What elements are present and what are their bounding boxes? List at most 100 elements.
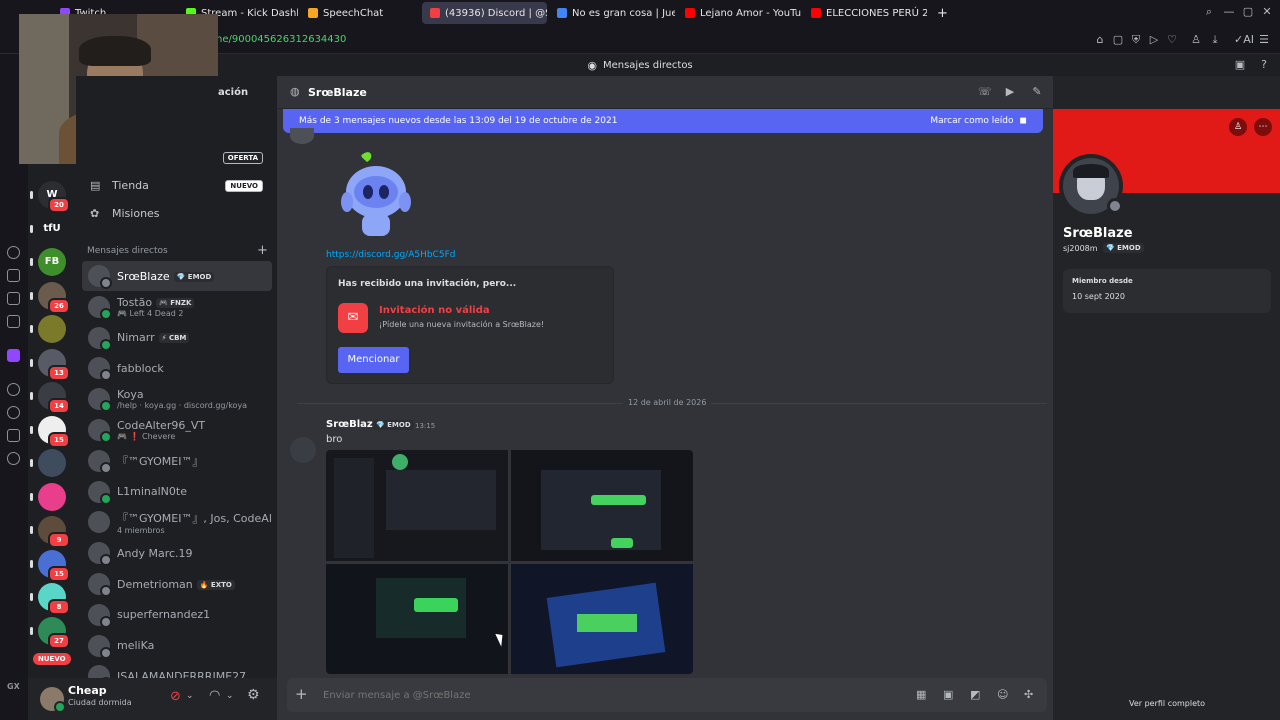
message-input[interactable] (323, 685, 883, 705)
attachment-image[interactable] (511, 450, 693, 561)
new-tab-button[interactable]: + (929, 2, 956, 24)
tab-label: SpeechChat (323, 7, 384, 19)
at-icon: ◍ (290, 85, 300, 98)
whatsapp-icon[interactable] (7, 246, 20, 259)
heart-icon[interactable]: ♡ (1166, 34, 1178, 46)
nav-missions[interactable]: ✿ Misiones (86, 200, 272, 226)
dm-activity: 🎮 Left 4 Dead 2 (117, 308, 184, 318)
dm-item[interactable]: 『™GYOMEI™』, Jos, CodeAlter9...4 miembros (82, 507, 272, 537)
browser-tab[interactable]: (43936) Discord | @SrœB (422, 2, 547, 24)
attachment-image[interactable] (326, 450, 508, 561)
add-attachment-button[interactable]: + (295, 685, 308, 703)
dm-item[interactable]: 『™GYOMEI™』 (82, 446, 272, 476)
search-icon[interactable]: ⌕ (1203, 6, 1215, 18)
message-author-avatar[interactable] (290, 437, 316, 463)
gx-icon[interactable]: GX (7, 682, 20, 691)
attachment-image[interactable] (511, 563, 693, 674)
phone-call-icon[interactable]: ☏ (978, 86, 992, 98)
messenger-icon[interactable] (7, 269, 20, 282)
browser-tab[interactable]: ELECCIONES PERÚ 2026 (803, 2, 927, 24)
dm-item[interactable]: Andy Marc.19 (82, 538, 272, 568)
browser-tab[interactable]: No es gran cosa | Juega c (549, 2, 675, 24)
gear-icon[interactable]: ⚙ (247, 687, 260, 703)
gift-icon[interactable]: ▦ (916, 688, 926, 701)
dm-item[interactable]: Nimarr ⚡ CBM (82, 323, 272, 353)
invite-link[interactable]: https://discord.gg/A5HbC5Fd (326, 250, 455, 260)
minimize-icon[interactable]: — (1223, 6, 1235, 18)
view-full-profile-link[interactable]: Ver perfil completo (1129, 699, 1205, 708)
server-icon[interactable]: tfU (30, 214, 66, 243)
server-icon[interactable]: 15 (30, 549, 70, 582)
offer-badge: OFERTA (222, 152, 263, 164)
help-icon[interactable]: ? (1258, 59, 1270, 71)
dm-name: CodeAlter96_VT (117, 419, 205, 432)
find-conversation-partial[interactable]: ación (218, 87, 248, 98)
maximize-icon[interactable]: ▢ (1242, 6, 1254, 18)
dm-item[interactable]: Koya/help · koya.gg · discord.gg/koya (82, 384, 272, 414)
more-options-icon[interactable]: ⋯ (1254, 118, 1272, 136)
message-avatar[interactable] (290, 128, 314, 144)
ai-icon[interactable]: ✓AI (1234, 34, 1254, 46)
bookmark-icon[interactable]: ⌂ (1094, 34, 1106, 46)
chevron-down-icon[interactable]: ⌄ (226, 691, 234, 701)
server-icon[interactable] (30, 315, 66, 343)
dm-item[interactable]: Demetrioman 🔥 EXTO (82, 569, 272, 599)
user-avatar[interactable] (40, 687, 66, 713)
server-icon[interactable]: 13 (30, 348, 70, 381)
screenshot-icon[interactable]: ▢ (1112, 34, 1124, 46)
server-icon[interactable]: 26 (30, 281, 70, 314)
dm-item[interactable]: superfernandez1 (82, 600, 272, 630)
extension-icon[interactable]: ♙ (1190, 34, 1202, 46)
inbox-icon[interactable]: ▣ (1234, 59, 1246, 71)
sticker-icon[interactable]: ◩ (970, 688, 980, 701)
gif-icon[interactable]: ▣ (943, 688, 953, 701)
play-icon[interactable]: ▷ (1148, 34, 1160, 46)
close-icon[interactable]: ✕ (1261, 6, 1273, 18)
player-icon[interactable] (7, 383, 20, 396)
instagram-icon[interactable] (7, 292, 20, 305)
add-dm-button[interactable]: + (257, 243, 268, 258)
dm-item[interactable]: SrœBlaze 💎 EMOD (82, 261, 272, 291)
settings-icon[interactable] (7, 452, 20, 465)
menu-icon[interactable]: ☰ (1258, 34, 1270, 46)
headphones-icon[interactable]: ◠ (209, 688, 220, 703)
emoji-icon[interactable]: ☺ (997, 688, 1008, 701)
browser-tab[interactable]: SpeechChat (300, 2, 420, 24)
video-call-icon[interactable]: ▶ (1004, 86, 1016, 98)
dm-item[interactable]: CodeAlter96_VT 🎮 ❗ Chevere (82, 415, 272, 445)
shield-icon[interactable]: ⛨ (1130, 34, 1142, 46)
add-friend-icon[interactable]: ♙ (1229, 118, 1247, 136)
history-icon[interactable] (7, 406, 20, 419)
dm-item[interactable]: meliKa (82, 631, 272, 661)
url-text[interactable]: ne/900045626312634430 (216, 34, 346, 45)
dm-name: 『™GYOMEI™』 (117, 453, 203, 469)
mark-as-read-button[interactable]: Marcar como leído (930, 116, 1013, 126)
dm-item[interactable]: L1minalN0te (82, 477, 272, 507)
pin-icon[interactable]: ✎ (1031, 86, 1043, 98)
server-icon[interactable]: W 20 (30, 181, 70, 213)
server-icon[interactable] (30, 482, 66, 511)
music-icon[interactable] (7, 315, 20, 328)
message-author[interactable]: SrœBlaze (326, 419, 379, 430)
server-icon[interactable] (30, 449, 66, 477)
apps-icon[interactable]: ✣ (1024, 688, 1033, 701)
mute-mic-icon[interactable]: ⊘ (170, 689, 181, 704)
new-messages-banner[interactable]: Más de 3 mensajes nuevos desde las 13:09… (283, 109, 1043, 133)
server-icon[interactable]: FB (30, 248, 66, 276)
chevron-down-icon[interactable]: ⌄ (186, 691, 194, 701)
mention-button[interactable]: Mencionar (338, 347, 409, 373)
download-icon[interactable]: ⤓ (1209, 34, 1221, 46)
server-icon[interactable]: 27 (30, 616, 70, 649)
profile-avatar[interactable] (1059, 154, 1123, 218)
dm-item[interactable]: fabblock (82, 353, 272, 383)
dm-item[interactable]: Tostão 🎮 FNZK 🎮 Left 4 Dead 2 (82, 292, 272, 322)
browser-tab[interactable]: Lejano Amor - YouTube (677, 2, 801, 24)
server-icon[interactable]: 15 (30, 415, 70, 448)
attachment-image[interactable] (326, 563, 508, 674)
server-icon[interactable]: 8 (30, 583, 70, 615)
server-icon[interactable]: 14 (30, 382, 70, 414)
server-icon[interactable]: 9 (30, 516, 70, 548)
extensions-icon[interactable] (7, 429, 20, 442)
twitch-icon[interactable] (7, 349, 20, 362)
unread-pip (30, 593, 33, 601)
